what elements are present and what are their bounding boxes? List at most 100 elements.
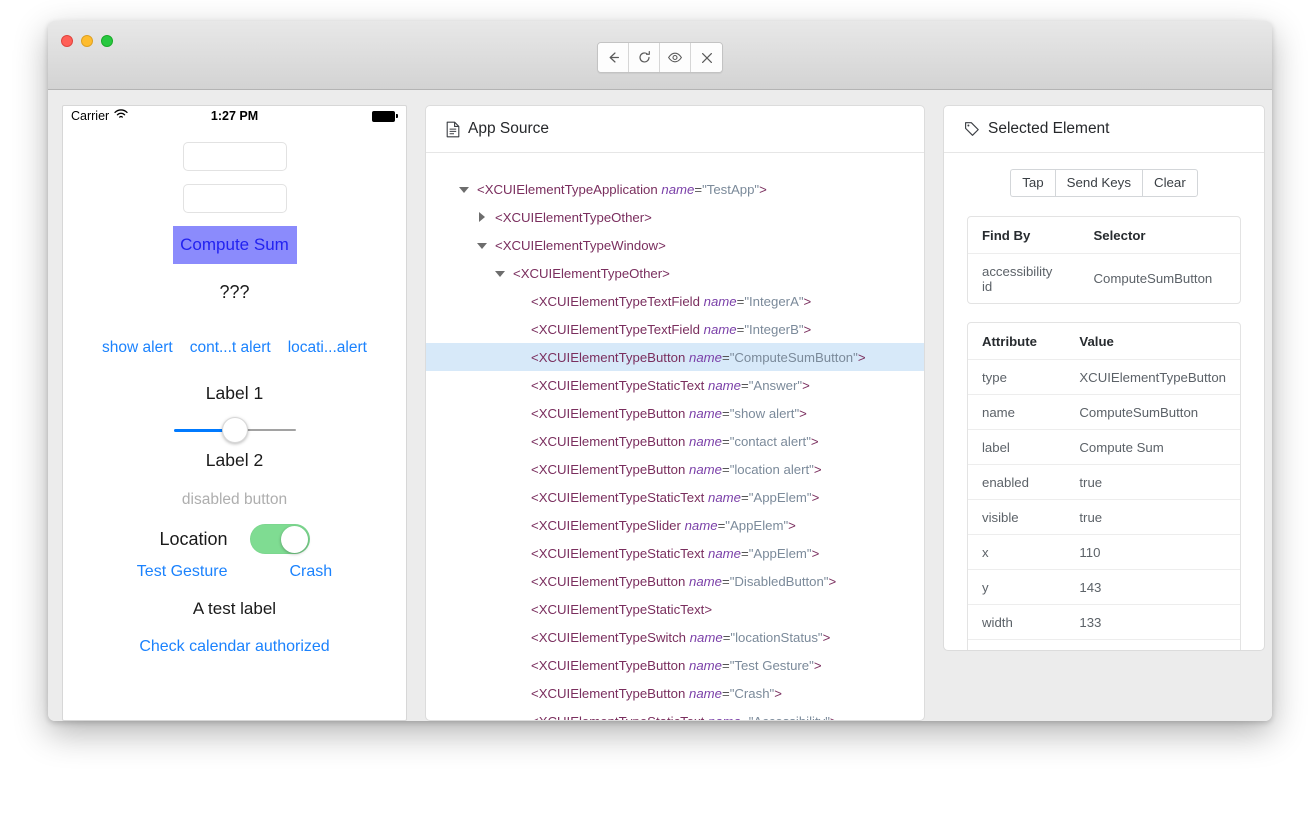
locator-table: Find By Selector accessibility id ComputeSu… bbox=[967, 216, 1241, 304]
table-row: height45 bbox=[968, 639, 1240, 650]
app-content: Compute Sum ??? show alert cont...t aler… bbox=[63, 126, 406, 656]
table-row: visible true bbox=[968, 499, 1240, 535]
selected-element-header: Selected Element bbox=[944, 106, 1264, 153]
attribute-cell: true bbox=[1065, 499, 1240, 535]
app-slider[interactable] bbox=[173, 417, 296, 443]
back-button[interactable] bbox=[598, 43, 629, 72]
locator-header-0: Find By bbox=[982, 228, 1031, 243]
tree-node-label: <XCUIElementTypeStaticText name="AppElem… bbox=[531, 545, 820, 561]
minimize-window-button[interactable] bbox=[81, 35, 93, 47]
refresh-button[interactable] bbox=[629, 43, 660, 72]
tree-node[interactable]: <XCUIElementTypeOther> bbox=[426, 259, 924, 287]
answer-label: ??? bbox=[219, 282, 250, 302]
window-titlebar bbox=[48, 21, 1272, 90]
alert-buttons-row: show alert cont...t alert locati...alert bbox=[63, 339, 406, 357]
tree-node[interactable]: <XCUIElementTypeButton name="contact ale… bbox=[426, 427, 924, 455]
tree-node[interactable]: <XCUIElementTypeButton name="Test Gestur… bbox=[426, 651, 924, 679]
tree-node[interactable]: <XCUIElementTypeButton name="Crash"> bbox=[426, 679, 924, 707]
tree-node[interactable]: <XCUIElementTypeButton name="location al… bbox=[426, 455, 924, 483]
tap-button[interactable]: Tap bbox=[1010, 169, 1055, 197]
refresh-icon bbox=[637, 50, 652, 65]
attribute-cell: 143 bbox=[1065, 569, 1240, 605]
tree-node-label: <XCUIElementTypeOther> bbox=[495, 209, 652, 225]
tree-node-label: <XCUIElementTypeButton name="Test Gestur… bbox=[531, 657, 822, 673]
table-row: y 143 bbox=[968, 569, 1240, 605]
crash-button[interactable]: Crash bbox=[290, 563, 333, 581]
tree-node[interactable]: <XCUIElementTypeStaticText> bbox=[426, 595, 924, 623]
attribute-header-1: Value bbox=[1079, 334, 1114, 349]
tree-node-label: <XCUIElementTypeWindow> bbox=[495, 237, 666, 253]
tree-node[interactable]: <XCUIElementTypeStaticText name="AppElem… bbox=[426, 539, 924, 567]
tree-node-label: <XCUIElementTypeStaticText name="Accessi… bbox=[531, 714, 838, 721]
label-2: Label 2 bbox=[205, 450, 264, 470]
test-gesture-button[interactable]: Test Gesture bbox=[137, 563, 228, 581]
device-screen[interactable]: Carrier 1:27 PM Compute Sum ??? show ale… bbox=[62, 105, 407, 721]
traffic-lights bbox=[61, 35, 113, 47]
inspector-toolbar bbox=[597, 42, 723, 73]
chevron-right-icon[interactable] bbox=[477, 211, 488, 223]
clear-button[interactable]: Clear bbox=[1141, 169, 1198, 197]
contact-alert-button[interactable]: cont...t alert bbox=[190, 339, 271, 357]
tree-node-label: <XCUIElementTypeButton name="location al… bbox=[531, 461, 822, 477]
integer-a-field[interactable] bbox=[182, 142, 287, 171]
zoom-window-button[interactable] bbox=[101, 35, 113, 47]
source-tree[interactable]: <XCUIElementTypeApplication name="TestAp… bbox=[426, 153, 924, 720]
slider-thumb[interactable] bbox=[221, 417, 248, 443]
attribute-cell: true bbox=[1065, 464, 1240, 500]
close-icon bbox=[700, 51, 714, 65]
tree-node[interactable]: <XCUIElementTypeOther> bbox=[426, 203, 924, 231]
check-calendar-authorized-link[interactable]: Check calendar authorized bbox=[63, 638, 406, 656]
selected-element-body: Tap Send Keys Clear Find By Selector acces… bbox=[944, 153, 1264, 650]
location-switch[interactable] bbox=[249, 524, 310, 554]
attribute-cell: XCUIElementTypeButton bbox=[1065, 359, 1240, 395]
tree-node-label: <XCUIElementTypeSwitch name="locationSta… bbox=[531, 629, 831, 645]
integer-b-field[interactable] bbox=[182, 184, 287, 213]
tree-node-label: <XCUIElementTypeTextField name="IntegerA… bbox=[531, 293, 812, 309]
attribute-cell: height bbox=[968, 639, 1066, 650]
attribute-cell: label bbox=[968, 429, 1066, 465]
app-source-title: App Source bbox=[468, 120, 549, 137]
eye-button[interactable] bbox=[660, 43, 691, 72]
attribute-cell: visible bbox=[968, 499, 1066, 535]
tree-node[interactable]: <XCUIElementTypeStaticText name="Answer"… bbox=[426, 371, 924, 399]
tree-node[interactable]: <XCUIElementTypeApplication name="TestAp… bbox=[426, 175, 924, 203]
location-row: Location bbox=[63, 524, 406, 554]
compute-sum-button[interactable]: Compute Sum bbox=[172, 226, 297, 264]
tree-node-label: <XCUIElementTypeButton name="show alert"… bbox=[531, 405, 807, 421]
tree-node[interactable]: <XCUIElementTypeWindow> bbox=[426, 231, 924, 259]
arrow-left-icon bbox=[606, 50, 621, 65]
close-window-button[interactable] bbox=[61, 35, 73, 47]
tree-node[interactable]: <XCUIElementTypeStaticText name="AppElem… bbox=[426, 483, 924, 511]
locator-cell: ComputeSumButton bbox=[1079, 253, 1240, 303]
send-keys-button[interactable]: Send Keys bbox=[1054, 169, 1142, 197]
tree-node[interactable]: <XCUIElementTypeTextField name="IntegerB… bbox=[426, 315, 924, 343]
table-row: type XCUIElementTypeButton bbox=[968, 359, 1240, 395]
tree-node[interactable]: <XCUIElementTypeButton name="DisabledBut… bbox=[426, 567, 924, 595]
tree-node[interactable]: <XCUIElementTypeButton name="ComputeSumB… bbox=[426, 343, 924, 371]
attribute-cell: y bbox=[968, 569, 1066, 605]
tree-node[interactable]: <XCUIElementTypeStaticText name="Accessi… bbox=[426, 707, 924, 721]
attribute-cell: ComputeSumButton bbox=[1065, 394, 1240, 430]
tree-node[interactable]: <XCUIElementTypeSwitch name="locationSta… bbox=[426, 623, 924, 651]
chevron-down-icon[interactable] bbox=[459, 184, 470, 195]
selected-element-title: Selected Element bbox=[988, 120, 1110, 137]
close-button[interactable] bbox=[691, 43, 722, 72]
show-alert-button[interactable]: show alert bbox=[102, 339, 173, 357]
tree-node-label: <XCUIElementTypeApplication name="TestAp… bbox=[477, 181, 767, 197]
app-source-header: App Source bbox=[426, 106, 924, 153]
tree-node[interactable]: <XCUIElementTypeButton name="show alert"… bbox=[426, 399, 924, 427]
tree-node[interactable]: <XCUIElementTypeTextField name="IntegerA… bbox=[426, 287, 924, 315]
tree-node-label: <XCUIElementTypeSlider name="AppElem"> bbox=[531, 517, 796, 533]
location-alert-button[interactable]: locati...alert bbox=[288, 339, 367, 357]
chevron-down-icon[interactable] bbox=[477, 240, 488, 251]
tree-node[interactable]: <XCUIElementTypeSlider name="AppElem"> bbox=[426, 511, 924, 539]
chevron-down-icon[interactable] bbox=[495, 268, 506, 279]
